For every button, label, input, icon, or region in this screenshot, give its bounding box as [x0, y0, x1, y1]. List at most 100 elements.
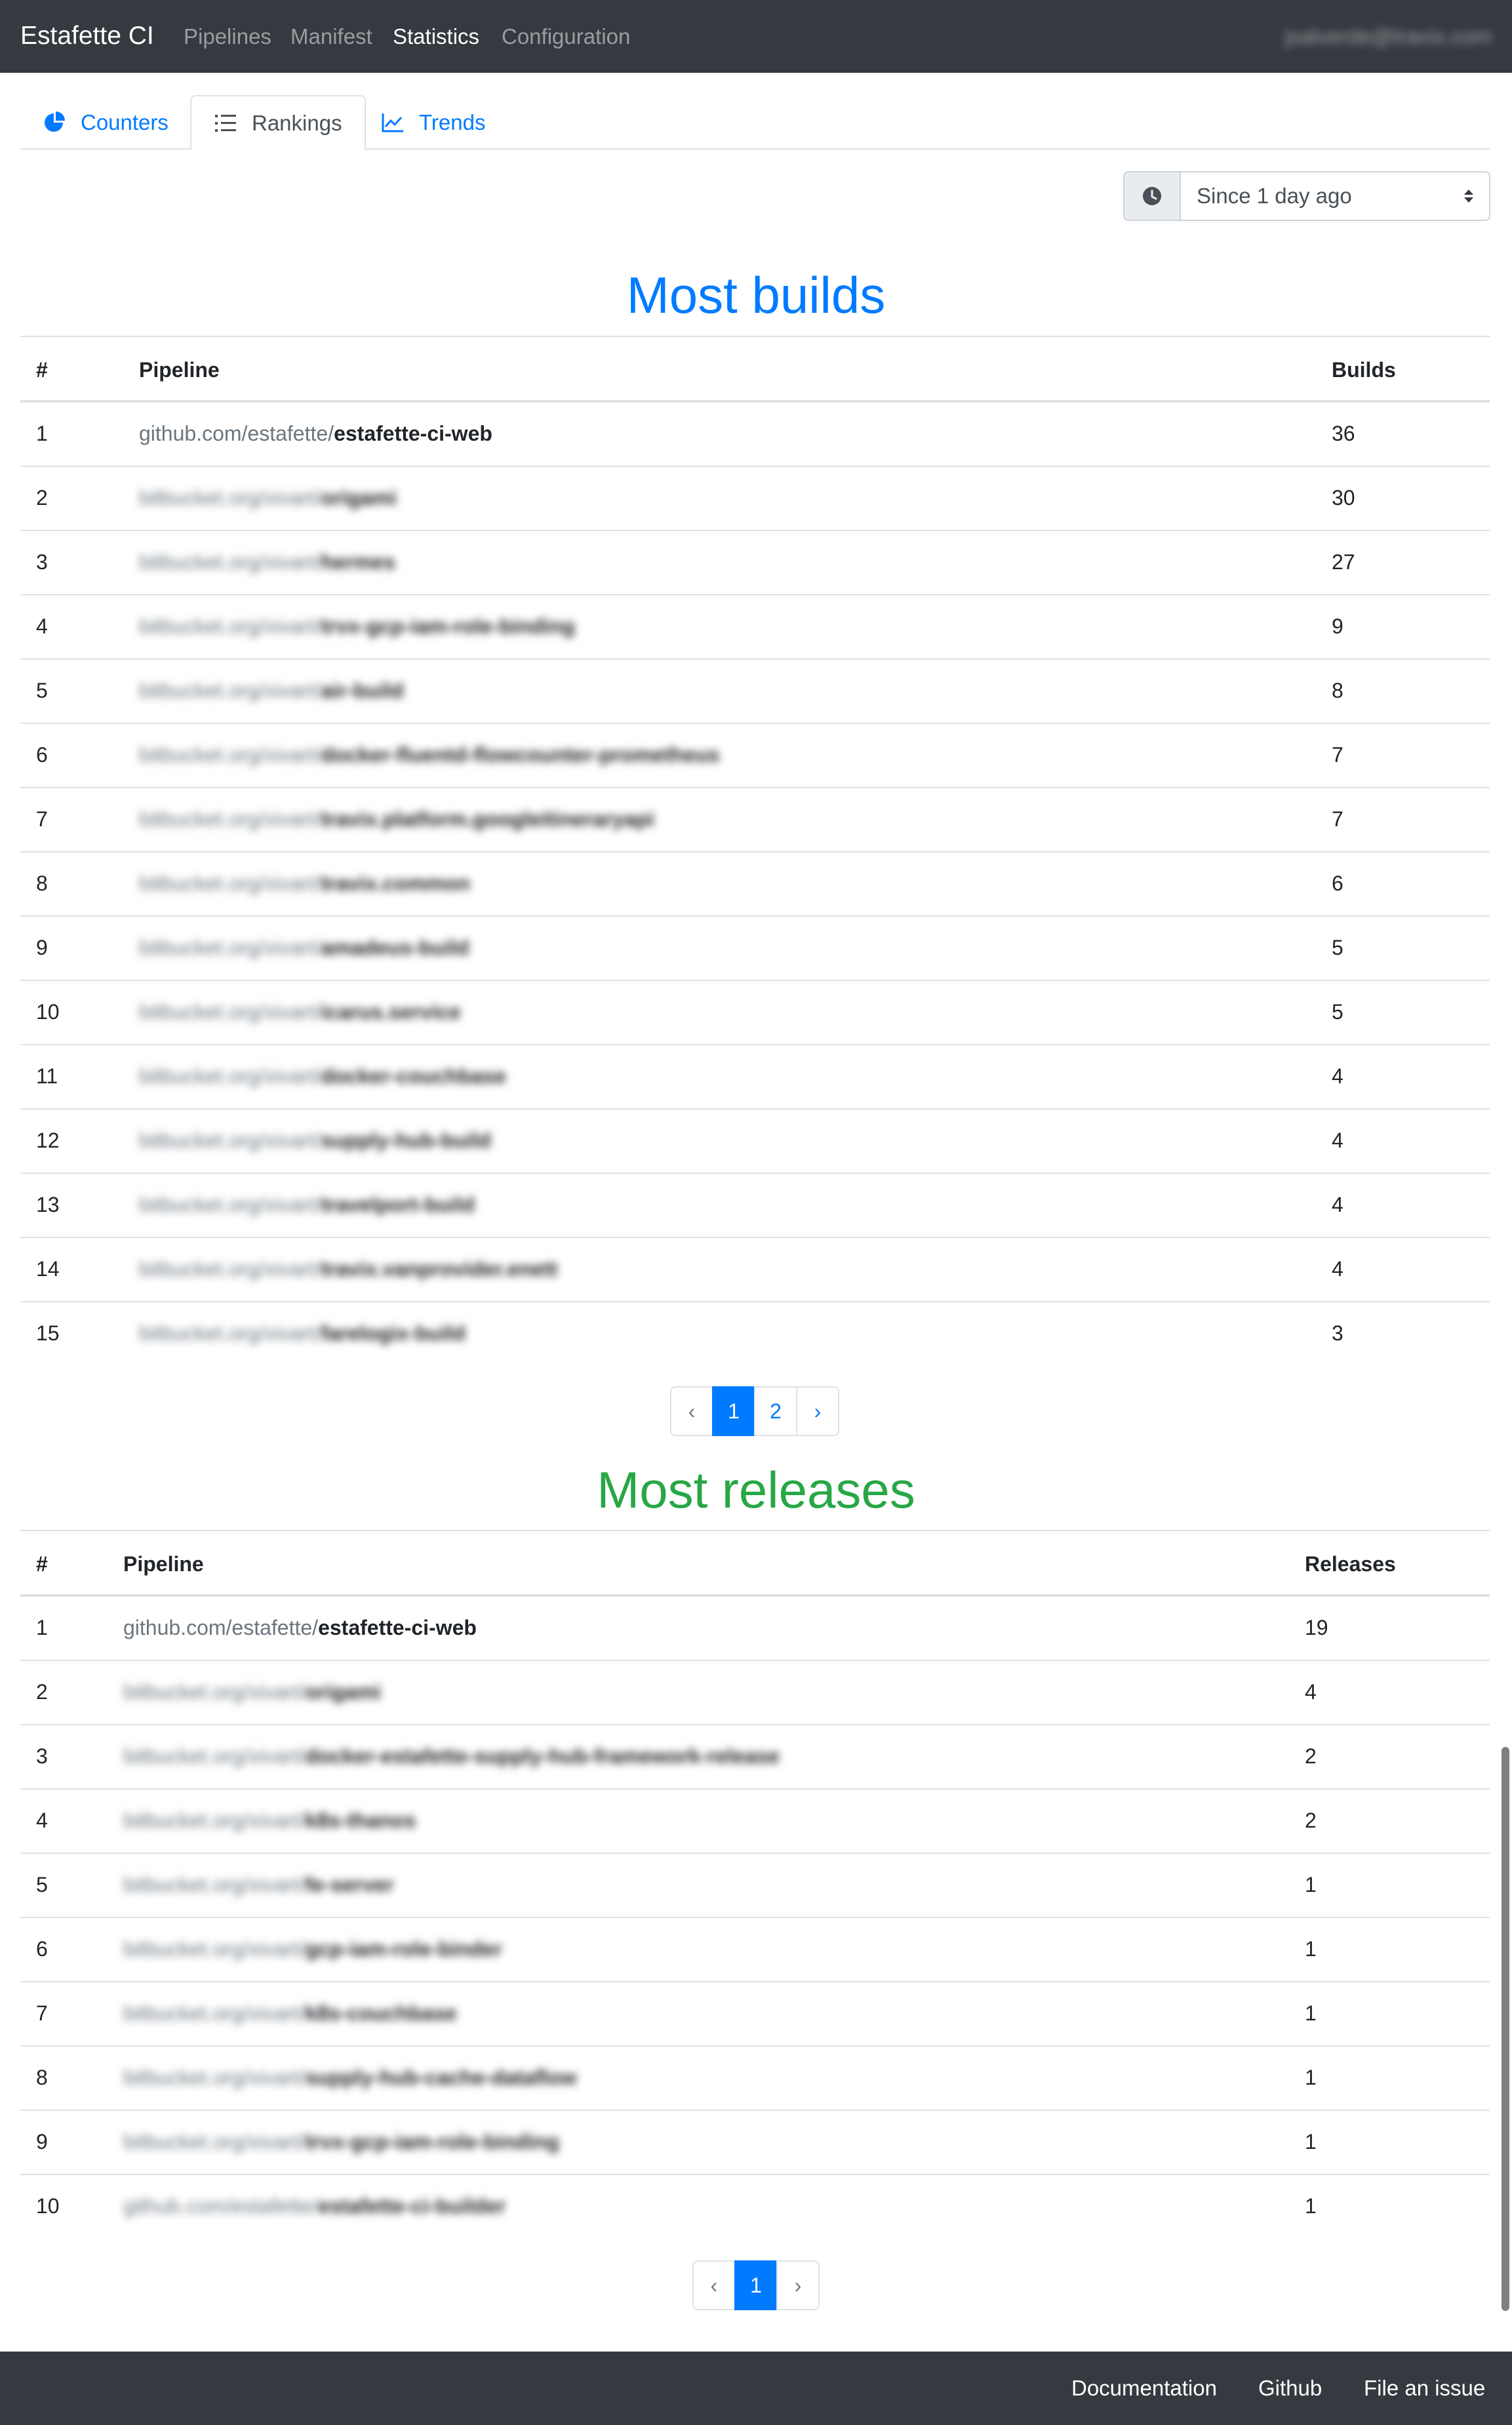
header-pipeline: Pipeline: [123, 1552, 204, 1576]
tab-rankings[interactable]: Rankings: [190, 95, 366, 151]
rank-cell: 7: [36, 2001, 48, 2025]
pipeline-repo-name: docker-estafette-supply-hub-framework-re…: [305, 1744, 780, 1768]
pipeline-link[interactable]: bitbucket.org/xivart/gcp-iam-role-binder: [123, 1937, 502, 1961]
pipeline-link[interactable]: bitbucket.org/xivart/amadeus-build: [139, 936, 469, 960]
pipeline-link[interactable]: bitbucket.org/xivart/fe-server: [123, 1873, 394, 1897]
table-body: 1 github.com/estafette/estafette-ci-web 19…: [20, 1597, 1490, 2239]
tab-trends[interactable]: Trends: [359, 95, 507, 150]
table-row: 2 bitbucket.org/xivart/origami 4: [20, 1661, 1490, 1725]
pipeline-link[interactable]: github.com/estafette/estafette-ci-builde…: [123, 2194, 506, 2218]
rank-cell: 2: [36, 1680, 48, 1704]
pipeline-link[interactable]: bitbucket.org/xivart/farelogix-build: [139, 1321, 466, 1346]
count-cell: 1: [1305, 1873, 1317, 1896]
most-releases-table: # Pipeline Releases 1 github.com/estafett…: [20, 1530, 1490, 2239]
pipeline-link[interactable]: bitbucket.org/xivart/supply-hub-cache-da…: [123, 2066, 577, 2090]
nav-statistics[interactable]: Statistics: [393, 22, 479, 51]
footer: Documentation Github File an issue: [0, 2352, 1512, 2425]
pipeline-repo-name: travelport-build: [321, 1193, 475, 1216]
table-row: 4 bitbucket.org/xivart/trvx-gcp-iam-role-…: [20, 595, 1490, 660]
count-cell: 27: [1332, 550, 1355, 574]
clock-icon: [1143, 187, 1161, 205]
table-row: 7 bitbucket.org/xivart/travix.platform.go…: [20, 788, 1490, 852]
count-cell: 1: [1305, 2001, 1317, 2025]
table-row: 6 bitbucket.org/xivart/docker-fluentd-flo…: [20, 724, 1490, 788]
count-cell: 1: [1305, 2130, 1317, 2154]
table-row: 12 bitbucket.org/xivart/supply-hub-build 4: [20, 1110, 1490, 1174]
count-cell: 6: [1332, 872, 1343, 895]
footer-documentation-link[interactable]: Documentation: [1071, 2374, 1217, 2403]
pipeline-link[interactable]: bitbucket.org/xivart/travix.vanprovider.…: [139, 1257, 557, 1281]
most-builds-title: Most builds: [626, 266, 886, 324]
pipeline-repo-name: travix.common: [321, 872, 471, 895]
pipeline-link[interactable]: github.com/estafette/estafette-ci-web: [139, 422, 492, 446]
pipeline-repo-source: bitbucket.org/xivart/: [139, 1257, 321, 1281]
rank-cell: 9: [36, 2130, 48, 2154]
since-filter[interactable]: Since 1 day ago: [1123, 171, 1490, 221]
header-releases: Releases: [1305, 1552, 1396, 1576]
pipeline-repo-source: bitbucket.org/xivart/: [139, 486, 321, 510]
pipeline-repo-source: github.com/estafette/: [139, 422, 334, 445]
pie-chart-icon: [45, 111, 65, 132]
rank-cell: 4: [36, 1809, 48, 1832]
pipeline-repo-name: origami: [321, 486, 397, 510]
pipeline-link[interactable]: bitbucket.org/xivart/hermes: [139, 550, 395, 574]
builds-pagination: ‹ 1 2 ›: [670, 1386, 839, 1436]
pipeline-repo-source: bitbucket.org/xivart/: [139, 1193, 321, 1216]
tab-counters[interactable]: Counters: [20, 95, 191, 150]
nav-manifest[interactable]: Manifest: [290, 22, 372, 51]
pipeline-repo-name: travix.vanprovider.enett: [321, 1257, 558, 1281]
pipeline-link[interactable]: bitbucket.org/xivart/k8s-couchbase: [123, 2001, 457, 2026]
pipeline-link[interactable]: bitbucket.org/xivart/origami: [139, 486, 397, 510]
pipeline-repo-source: bitbucket.org/xivart/: [139, 1064, 321, 1088]
pipeline-link[interactable]: bitbucket.org/xivart/trvx-gcp-iam-role-b…: [139, 614, 575, 639]
rank-cell: 1: [36, 1616, 48, 1639]
footer-file-issue-link[interactable]: File an issue: [1364, 2374, 1485, 2403]
pipeline-link[interactable]: github.com/estafette/estafette-ci-web: [123, 1616, 477, 1640]
pagination-next[interactable]: ›: [776, 2260, 820, 2310]
since-select[interactable]: Since 1 day ago: [1181, 172, 1489, 220]
statistics-tabs: Counters Rankings Trends: [20, 95, 1490, 151]
count-cell: 7: [1332, 807, 1343, 831]
table-row: 7 bitbucket.org/xivart/k8s-couchbase 1: [20, 1982, 1490, 2047]
pipeline-repo-name: farelogix-build: [321, 1321, 466, 1345]
pipeline-link[interactable]: bitbucket.org/xivart/docker-couchbase: [139, 1064, 506, 1089]
pipeline-link[interactable]: bitbucket.org/xivart/docker-estafette-su…: [123, 1744, 780, 1769]
pagination-next[interactable]: ›: [796, 1386, 839, 1436]
pipeline-repo-source: bitbucket.org/xivart/: [139, 872, 321, 895]
pagination-prev[interactable]: ‹: [670, 1386, 713, 1436]
count-cell: 19: [1305, 1616, 1328, 1639]
count-cell: 36: [1332, 422, 1355, 445]
table-row: 5 bitbucket.org/xivart/air-build 8: [20, 660, 1490, 724]
pipeline-link[interactable]: bitbucket.org/xivart/supply-hub-build: [139, 1129, 491, 1153]
rank-cell: 2: [36, 486, 48, 510]
pipeline-repo-name: estafette-ci-web: [318, 1616, 477, 1639]
rank-cell: 7: [36, 807, 48, 831]
pipeline-link[interactable]: bitbucket.org/xivart/origami: [123, 1680, 381, 1704]
nav-pipelines[interactable]: Pipelines: [184, 22, 271, 51]
scrollbar-thumb[interactable]: [1502, 1747, 1509, 2311]
user-email[interactable]: jsalverde@travix.com: [1284, 22, 1492, 51]
pipeline-link[interactable]: bitbucket.org/xivart/air-build: [139, 679, 404, 703]
pipeline-repo-name: fe-server: [305, 1873, 394, 1896]
pipeline-repo-name: hermes: [321, 550, 396, 574]
pipeline-link[interactable]: bitbucket.org/xivart/k8s-thanos: [123, 1809, 416, 1833]
footer-github-link[interactable]: Github: [1258, 2374, 1322, 2403]
pagination-prev[interactable]: ‹: [692, 2260, 736, 2310]
pagination-page[interactable]: 1: [734, 2260, 778, 2310]
table-row: 10 bitbucket.org/xivart/icarus.service 5: [20, 981, 1490, 1045]
select-caret-icon: [1464, 190, 1473, 203]
count-cell: 8: [1332, 679, 1343, 702]
nav-configuration[interactable]: Configuration: [502, 22, 630, 51]
pipeline-link[interactable]: bitbucket.org/xivart/trvx-gcp-iam-role-b…: [123, 2130, 559, 2154]
pipeline-repo-source: bitbucket.org/xivart/: [139, 936, 321, 959]
pipeline-link[interactable]: bitbucket.org/xivart/travelport-build: [139, 1193, 475, 1217]
pagination-page[interactable]: 2: [754, 1386, 797, 1436]
pipeline-link[interactable]: bitbucket.org/xivart/travix.platform.goo…: [139, 807, 654, 832]
brand-link[interactable]: Estafette CI: [20, 20, 154, 52]
pipeline-link[interactable]: bitbucket.org/xivart/docker-fluentd-flow…: [139, 743, 719, 767]
table-row: 6 bitbucket.org/xivart/gcp-iam-role-binde…: [20, 1918, 1490, 1982]
pipeline-link[interactable]: bitbucket.org/xivart/travix.common: [139, 872, 470, 896]
pagination-page[interactable]: 1: [712, 1386, 755, 1436]
pipeline-link[interactable]: bitbucket.org/xivart/icarus.service: [139, 1000, 461, 1024]
clock-icon-addon: [1124, 172, 1181, 220]
